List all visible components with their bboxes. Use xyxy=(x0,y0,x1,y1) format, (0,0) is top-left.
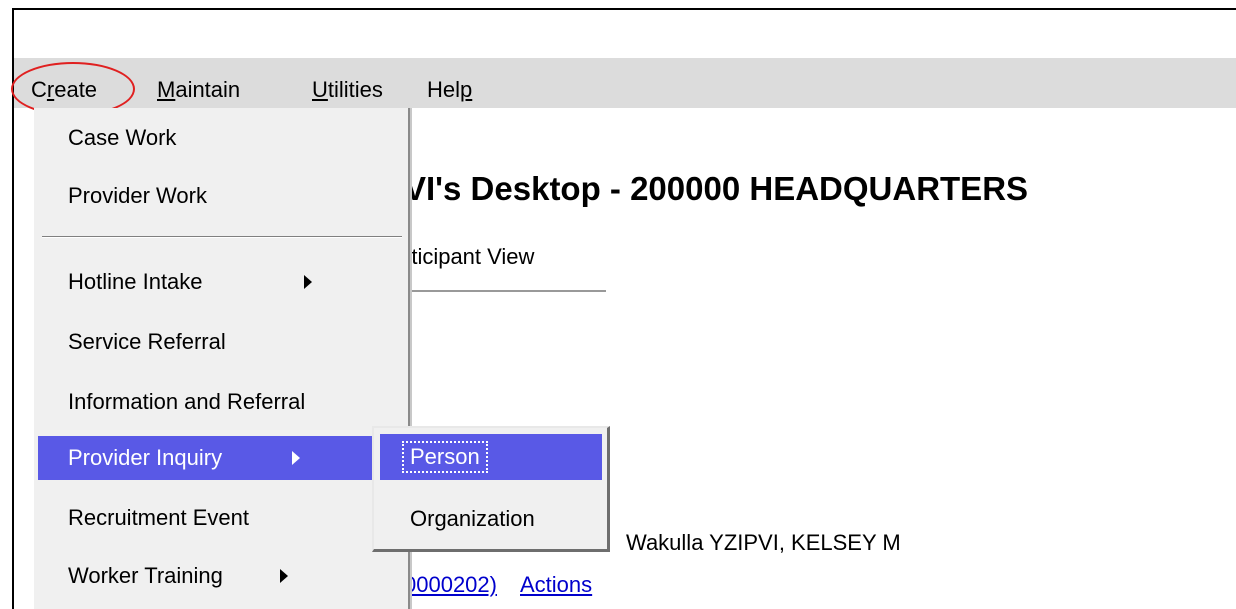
menu-item-information-and-referral[interactable]: Information and Referral xyxy=(34,380,406,424)
menu-utilities[interactable]: Utilities xyxy=(312,78,383,102)
row-county-worker: Wakulla YZIPVI, KELSEY M xyxy=(626,530,901,555)
submenu-arrow-icon xyxy=(292,451,300,465)
menu-item-provider-work[interactable]: Provider Work xyxy=(34,174,406,218)
case-id-link[interactable]: 0000202) xyxy=(404,572,497,598)
submenu-arrow-icon xyxy=(304,275,312,289)
menu-separator xyxy=(42,236,402,238)
provider-inquiry-submenu: Person Organization xyxy=(372,426,610,552)
menu-item-service-referral[interactable]: Service Referral xyxy=(34,320,406,364)
menu-item-hotline-intake[interactable]: Hotline Intake xyxy=(34,260,406,304)
menu-item-case-work[interactable]: Case Work xyxy=(34,116,406,160)
menu-maintain[interactable]: Maintain xyxy=(157,78,240,102)
actions-link[interactable]: Actions xyxy=(520,572,592,598)
create-menu-dropdown: Case Work Provider Work Hotline Intake S… xyxy=(34,108,410,609)
menu-item-worker-training[interactable]: Worker Training xyxy=(34,554,406,598)
tab-underline xyxy=(404,290,606,292)
submenu-arrow-icon xyxy=(280,569,288,583)
menu-help[interactable]: Help xyxy=(427,78,472,102)
tab-participant-view[interactable]: rticipant View xyxy=(404,244,534,270)
menu-item-provider-inquiry[interactable]: Provider Inquiry xyxy=(38,436,406,480)
submenu-item-person[interactable]: Person xyxy=(380,434,602,480)
submenu-item-organization[interactable]: Organization xyxy=(380,496,602,542)
menu-create[interactable]: Create xyxy=(31,78,97,102)
menu-item-recruitment-event[interactable]: Recruitment Event xyxy=(34,496,406,540)
page-title: VI's Desktop - 200000 HEADQUARTERS xyxy=(404,170,1029,207)
